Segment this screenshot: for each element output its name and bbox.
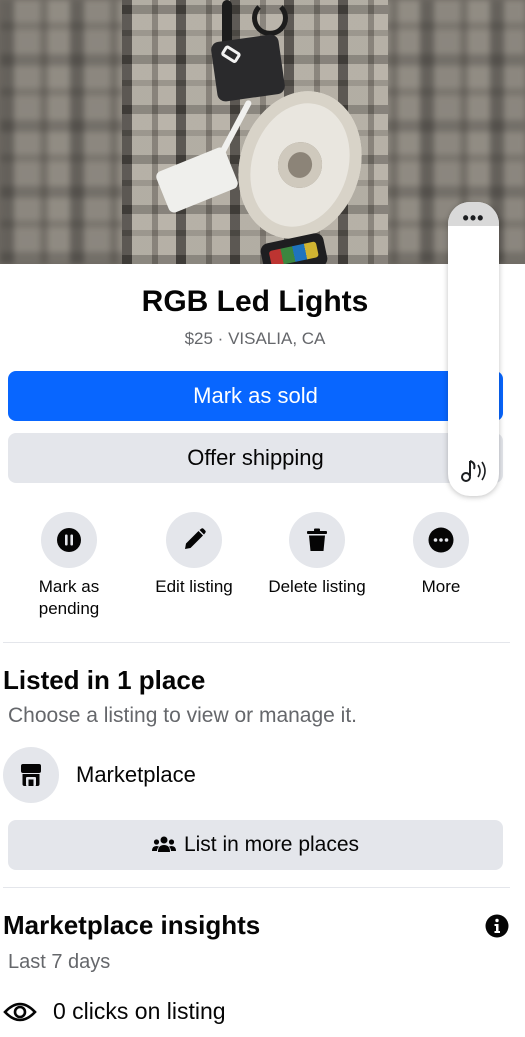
pause-icon (57, 528, 81, 552)
insights-period: Last 7 days (8, 951, 111, 973)
more-label: More (421, 577, 461, 596)
audio-note-icon[interactable] (456, 456, 492, 486)
listed-section-title: Listed in 1 place (3, 665, 206, 695)
marketplace-label: Marketplace (76, 762, 196, 787)
info-icon[interactable] (485, 914, 509, 938)
listing-title: RGB Led Lights (141, 285, 369, 318)
delete-listing-button[interactable] (289, 512, 345, 568)
clicks-stat-row: 0 clicks on listing (3, 998, 226, 1025)
delete-listing-action[interactable]: Delete listing (257, 512, 377, 598)
more-dots-icon[interactable]: ••• (448, 209, 499, 227)
clicks-count: 0 clicks on listing (53, 998, 226, 1024)
adapter-logo (220, 44, 242, 65)
mark-as-sold-button[interactable]: Mark as sold (8, 371, 503, 421)
mark-as-pending-label: Mark as pending (38, 577, 100, 618)
marketplace-store-icon-circle (3, 747, 59, 803)
divider (3, 642, 510, 643)
insights-section-title: Marketplace insights (3, 910, 261, 940)
store-icon (21, 764, 41, 786)
remote-buttons (268, 241, 319, 264)
list-in-more-places-label: List in more places (183, 833, 360, 856)
reel-center (271, 136, 329, 194)
people-group-icon (151, 836, 176, 852)
more-action[interactable]: More (381, 512, 501, 598)
marketplace-listing-row[interactable]: Marketplace (3, 746, 503, 804)
power-cable-loop (252, 0, 288, 36)
mark-as-pending-action[interactable]: Mark as pending (9, 512, 129, 620)
power-adapter (210, 33, 286, 103)
offer-shipping-button[interactable]: Offer shipping (8, 433, 503, 483)
rgb-remote (259, 231, 329, 264)
edit-listing-label: Edit listing (155, 577, 233, 596)
list-in-more-places-button[interactable]: List in more places (8, 820, 503, 870)
led-controller-box (154, 145, 240, 215)
pencil-icon (185, 528, 206, 549)
eye-icon (3, 1002, 37, 1021)
listing-photo[interactable] (0, 0, 525, 264)
divider (3, 887, 510, 888)
edit-listing-button[interactable] (166, 512, 222, 568)
product-image (122, 0, 388, 264)
delete-listing-label: Delete listing (268, 577, 366, 596)
mark-as-pending-button[interactable] (41, 512, 97, 568)
edit-listing-action[interactable]: Edit listing (134, 512, 254, 598)
more-button[interactable] (413, 512, 469, 568)
more-icon (428, 527, 454, 553)
listed-section-subtitle: Choose a listing to view or manage it. (8, 704, 358, 727)
trash-icon (307, 528, 327, 551)
led-strip-reel (219, 75, 381, 255)
floating-side-panel[interactable]: ••• (448, 202, 499, 496)
listing-price-location: $25 · VISALIA, CA (184, 329, 326, 348)
